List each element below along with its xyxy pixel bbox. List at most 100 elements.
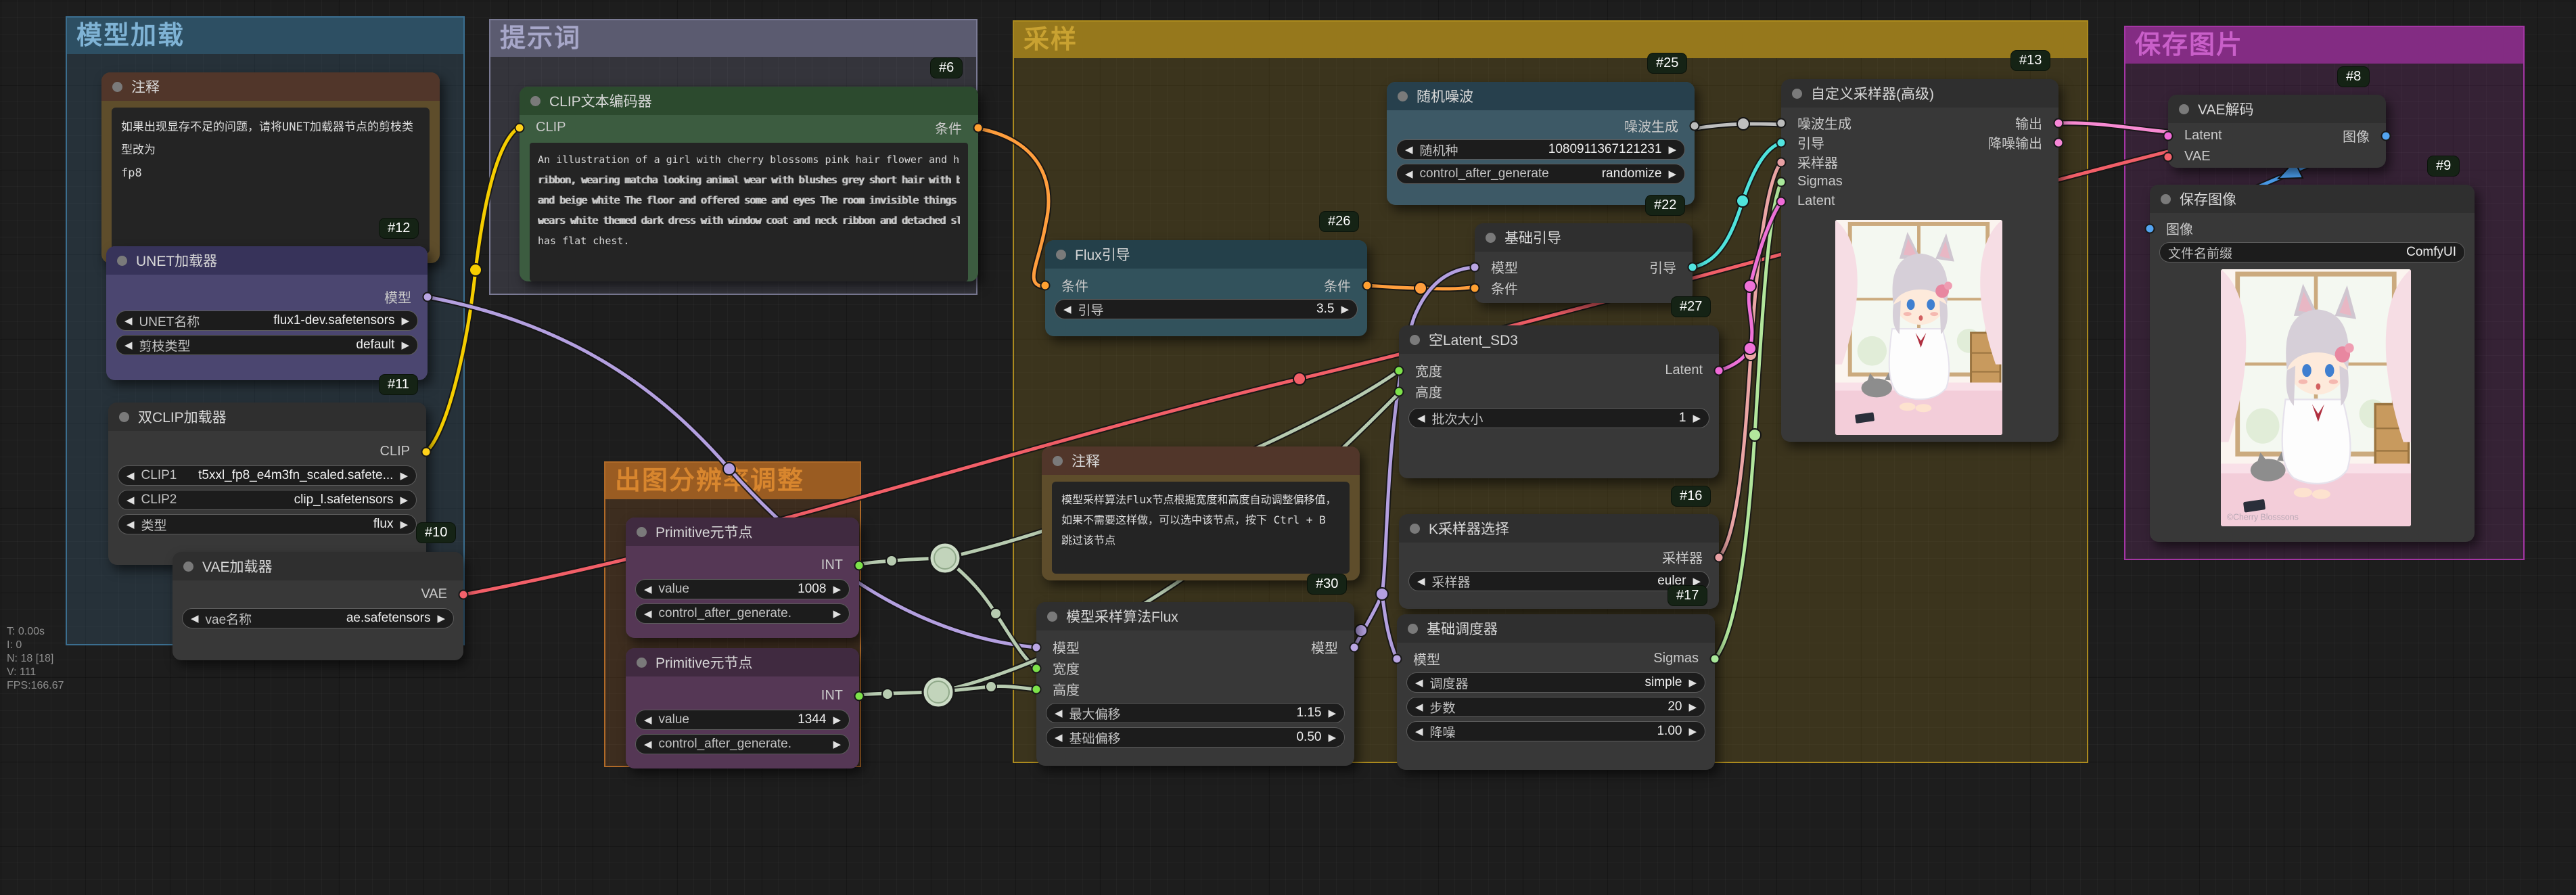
node-title-bar[interactable]: Primitive元节点 (626, 518, 859, 546)
widget-seed[interactable]: ◀ 随机种 1080911367121231 ▶ (1396, 139, 1685, 160)
conditioning-input-port[interactable] (1470, 283, 1480, 293)
stepper-right-icon[interactable]: ▶ (1328, 731, 1336, 743)
stepper-left-icon[interactable]: ◀ (191, 612, 199, 624)
collapse-dot-icon[interactable] (637, 527, 647, 537)
widget-control-after-generate[interactable]: ◀ control_after_generate randomize ▶ (1396, 164, 1685, 184)
node-primitive-width[interactable]: Primitive元节点 INT ◀ value 1008 ▶ ◀ contro… (626, 518, 859, 638)
stepper-right-icon[interactable]: ▶ (1668, 143, 1676, 156)
image-output-port[interactable] (2381, 131, 2391, 141)
node-basic-guider[interactable]: 基础引导 模型 引导 条件 (1475, 223, 1693, 303)
note-textarea[interactable]: 模型采样算法Flux节点根据宽度和高度自动调整偏移值，如果不需要这样做，可以选中… (1052, 482, 1350, 574)
model-output-port[interactable] (1350, 642, 1360, 652)
latent-output-port[interactable] (1714, 365, 1724, 375)
output-port[interactable] (2054, 118, 2064, 128)
node-title-bar[interactable]: 双CLIP加载器 (108, 403, 426, 431)
node-title-bar[interactable]: 注释 (101, 72, 440, 101)
collapse-dot-icon[interactable] (1792, 89, 1802, 99)
stepper-right-icon[interactable]: ▶ (833, 738, 841, 750)
node-title-bar[interactable]: 随机噪波 (1387, 82, 1695, 110)
widget-steps[interactable]: ◀ 步数 20 ▶ (1406, 697, 1705, 717)
collapse-dot-icon[interactable] (1486, 233, 1496, 243)
stepper-right-icon[interactable]: ▶ (437, 612, 445, 624)
collapse-dot-icon[interactable] (1053, 456, 1063, 466)
noise-output-port[interactable] (1690, 120, 1700, 131)
stepper-left-icon[interactable]: ◀ (127, 518, 135, 530)
collapse-dot-icon[interactable] (1398, 91, 1408, 101)
stepper-right-icon[interactable]: ▶ (1688, 725, 1697, 737)
widget-clip-type[interactable]: ◀ 类型 flux ▶ (118, 514, 417, 534)
stepper-left-icon[interactable]: ◀ (124, 339, 133, 351)
stepper-left-icon[interactable]: ◀ (1415, 701, 1423, 713)
node-random-noise[interactable]: 随机噪波 噪波生成 ◀ 随机种 1080911367121231 ▶ ◀ con… (1387, 82, 1695, 205)
stepper-left-icon[interactable]: ◀ (1405, 168, 1413, 180)
node-title-bar[interactable]: VAE解码 (2168, 95, 2386, 123)
stepper-right-icon[interactable]: ▶ (1693, 412, 1701, 424)
collapse-dot-icon[interactable] (1410, 524, 1420, 534)
node-vae-loader[interactable]: VAE加载器 VAE ◀ vae名称 ae.safetensors ▶ (172, 552, 463, 660)
collapse-dot-icon[interactable] (112, 82, 122, 92)
node-basic-scheduler[interactable]: 基础调度器 模型 Sigmas ◀ 调度器 simple ▶ ◀ 步数 20 ▶… (1397, 614, 1715, 770)
stepper-left-icon[interactable]: ◀ (1063, 303, 1072, 315)
node-flux-guidance[interactable]: Flux引导 条件 条件 ◀ 引导 3.5 ▶ (1045, 240, 1367, 336)
vae-input-port[interactable] (2163, 152, 2174, 162)
stepper-left-icon[interactable]: ◀ (644, 607, 652, 620)
stepper-right-icon[interactable]: ▶ (1688, 701, 1697, 713)
width-input-port[interactable] (1394, 365, 1404, 375)
node-title-bar[interactable]: 注释 (1042, 446, 1360, 475)
stepper-left-icon[interactable]: ◀ (1415, 676, 1423, 689)
stepper-left-icon[interactable]: ◀ (1055, 707, 1063, 719)
widget-control-after-generate[interactable]: ◀ control_after_generate. ▶ (635, 734, 850, 754)
widget-vae-name[interactable]: ◀ vae名称 ae.safetensors ▶ (182, 608, 454, 628)
model-input-port[interactable] (1032, 642, 1042, 652)
node-title-bar[interactable]: CLIP文本编码器 (520, 87, 978, 115)
prompt-textarea[interactable]: An illustration of a girl with cherry bl… (530, 143, 968, 281)
node-vae-decode[interactable]: VAE解码 Latent 图像 VAE (2168, 95, 2386, 168)
node-title-bar[interactable]: 模型采样算法Flux (1036, 602, 1354, 630)
vae-output-port[interactable] (459, 589, 469, 599)
collapse-dot-icon[interactable] (117, 256, 127, 266)
widget-value[interactable]: ◀ value 1008 ▶ (635, 579, 850, 599)
widget-batch-size[interactable]: ◀ 批次大小 1 ▶ (1408, 408, 1709, 428)
node-title-bar[interactable]: 自定义采样器(高级) (1781, 79, 2058, 108)
int-output-port[interactable] (854, 560, 865, 570)
stepper-right-icon[interactable]: ▶ (833, 714, 841, 726)
node-dualclip-loader[interactable]: 双CLIP加载器 CLIP ◀ CLIP1 t5xxl_fp8_e4m3fn_s… (108, 403, 426, 565)
collapse-dot-icon[interactable] (119, 412, 129, 422)
widget-max-shift[interactable]: ◀ 最大偏移 1.15 ▶ (1046, 703, 1345, 723)
height-input-port[interactable] (1032, 684, 1042, 694)
widget-sampler-name[interactable]: ◀ 采样器 euler ▶ (1408, 571, 1709, 591)
width-input-port[interactable] (1032, 663, 1042, 673)
widget-denoise[interactable]: ◀ 降噪 1.00 ▶ (1406, 721, 1705, 741)
node-title-bar[interactable]: UNET加载器 (106, 246, 428, 275)
stepper-right-icon[interactable]: ▶ (1668, 168, 1676, 180)
stepper-right-icon[interactable]: ▶ (1341, 303, 1349, 315)
stepper-right-icon[interactable]: ▶ (400, 518, 408, 530)
node-primitive-height[interactable]: Primitive元节点 INT ◀ value 1344 ▶ ◀ contro… (626, 648, 859, 768)
stepper-left-icon[interactable]: ◀ (124, 315, 133, 327)
stepper-left-icon[interactable]: ◀ (127, 469, 135, 482)
stepper-left-icon[interactable]: ◀ (1417, 412, 1425, 424)
collapse-dot-icon[interactable] (2179, 104, 2189, 114)
int-output-port[interactable] (854, 691, 865, 701)
node-empty-latent-sd3[interactable]: 空Latent_SD3 宽度 Latent 高度 ◀ 批次大小 1 ▶ (1399, 325, 1719, 478)
stepper-right-icon[interactable]: ▶ (833, 607, 841, 620)
stepper-left-icon[interactable]: ◀ (644, 738, 652, 750)
model-input-port[interactable] (1392, 653, 1402, 664)
node-note-sampling[interactable]: 注释 模型采样算法Flux节点根据宽度和高度自动调整偏移值，如果不需要这样做，可… (1042, 446, 1360, 580)
node-title-bar[interactable]: Primitive元节点 (626, 648, 859, 676)
collapse-dot-icon[interactable] (637, 658, 647, 668)
node-graph-canvas[interactable]: 模型加载 提示词 出图分辨率调整 采样 保存图片 (0, 0, 2576, 895)
stepper-right-icon[interactable]: ▶ (1688, 676, 1697, 689)
widget-scheduler[interactable]: ◀ 调度器 simple ▶ (1406, 672, 1705, 693)
stepper-right-icon[interactable]: ▶ (400, 494, 408, 506)
node-clip-text-encode[interactable]: CLIP文本编码器 CLIP 条件 An illustration of a g… (520, 87, 978, 281)
widget-control-after-generate[interactable]: ◀ control_after_generate. ▶ (635, 603, 850, 624)
node-title-bar[interactable]: 基础引导 (1475, 223, 1693, 252)
conditioning-output-port[interactable] (1362, 280, 1373, 290)
stepper-left-icon[interactable]: ◀ (1405, 143, 1413, 156)
widget-filename-prefix[interactable]: 文件名前缀 ComfyUI (2159, 242, 2465, 262)
widget-weight-dtype[interactable]: ◀ 剪枝类型 default ▶ (116, 335, 418, 355)
node-title-bar[interactable]: VAE加载器 (172, 552, 463, 580)
collapse-dot-icon[interactable] (2161, 194, 2171, 204)
noise-input-port[interactable] (1776, 118, 1787, 128)
